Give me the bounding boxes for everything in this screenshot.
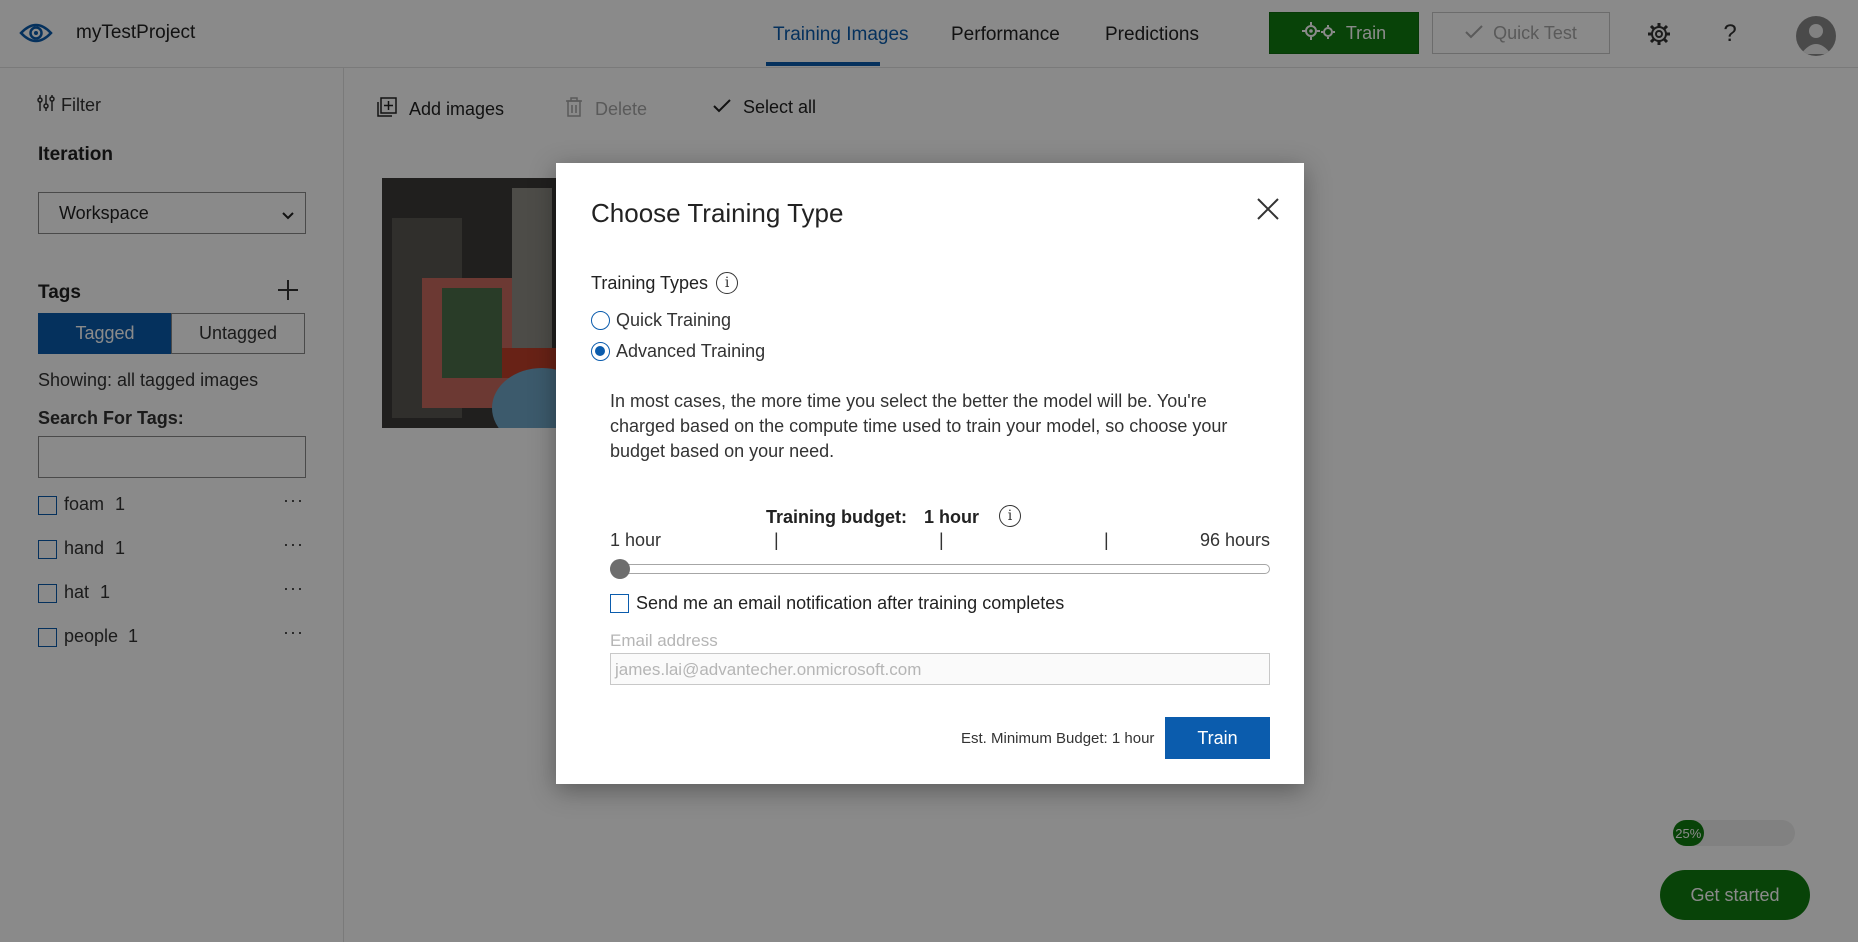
training-description: In most cases, the more time you select …	[610, 391, 1228, 461]
slider-max-label: 96 hours	[1199, 530, 1270, 550]
dialog-title: Choose Training Type	[591, 198, 844, 228]
choose-training-type-dialog: Choose Training Type Training Types i Qu…	[556, 163, 1304, 784]
info-icon[interactable]: i	[999, 505, 1021, 527]
training-types-heading: Training Types i	[591, 272, 739, 294]
slider-labels: 1 hour | | | 96 hours	[610, 530, 1270, 554]
email-notification-label: Send me an email notification after trai…	[636, 593, 1065, 613]
email-address-input: james.lai@advantecher.onmicrosoft.com	[610, 653, 1270, 685]
slider-handle[interactable]	[610, 559, 630, 579]
advanced-training-option[interactable]: Advanced Training	[591, 341, 765, 362]
close-icon[interactable]	[1255, 196, 1281, 222]
dialog-train-button[interactable]: Train	[1165, 717, 1270, 759]
slider-tick: |	[774, 530, 779, 550]
quick-training-radio[interactable]	[591, 311, 610, 330]
info-icon[interactable]: i	[716, 272, 739, 294]
advanced-training-label: Advanced Training	[616, 341, 766, 361]
training-budget-value: 1 hour	[924, 507, 980, 527]
advanced-training-radio[interactable]	[591, 342, 610, 361]
email-notification-option[interactable]: Send me an email notification after trai…	[610, 593, 1064, 614]
quick-training-option[interactable]: Quick Training	[591, 310, 731, 331]
training-budget-slider[interactable]	[610, 564, 1270, 574]
est-minimum-budget: Est. Minimum Budget: 1 hour	[961, 730, 1155, 747]
email-notification-checkbox[interactable]	[610, 594, 629, 613]
training-types-label: Training Types	[591, 272, 709, 293]
slider-tick: |	[939, 530, 944, 550]
training-budget-row: Training budget: 1 hour i	[610, 503, 1270, 531]
training-budget-label: Training budget:	[766, 507, 907, 527]
quick-training-label: Quick Training	[616, 310, 732, 330]
slider-tick: |	[1104, 530, 1109, 550]
slider-min-label: 1 hour	[610, 530, 662, 550]
email-address-label: Email address	[610, 631, 718, 650]
